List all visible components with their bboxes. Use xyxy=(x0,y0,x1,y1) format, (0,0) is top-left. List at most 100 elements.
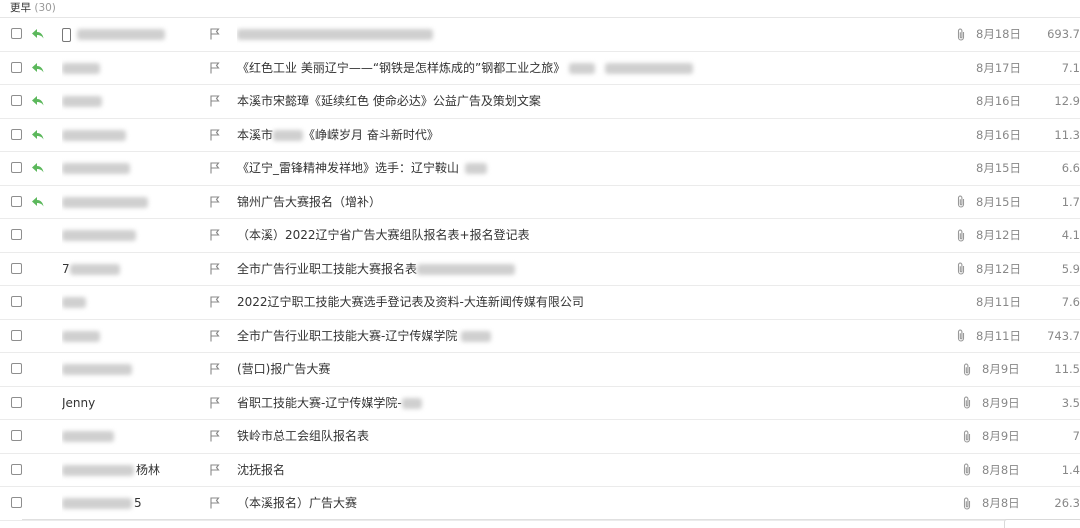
size: 7.1 xyxy=(1061,60,1080,75)
sender xyxy=(62,320,202,353)
flag-icon[interactable] xyxy=(208,18,222,51)
row-checkbox[interactable] xyxy=(11,463,22,475)
row-checkbox[interactable] xyxy=(11,497,22,508)
flag-icon[interactable] xyxy=(208,119,222,152)
sender-text: 杨林 xyxy=(136,462,161,477)
mail-row[interactable]: 5 （本溪报名）广告大赛 8月8日 26.3 xyxy=(0,487,1080,521)
mail-row[interactable]: 7 全市广告行业职工技能大赛报名表 8月12日 5.9 xyxy=(0,253,1080,286)
row-checkbox[interactable] xyxy=(11,430,22,441)
flag-icon[interactable] xyxy=(208,353,222,386)
flag-icon[interactable] xyxy=(208,286,222,319)
mail-row[interactable]: 《红色工业 美丽辽宁——“钢铁是怎样炼成的”钢都工业之旅》 8月17日 7.1 xyxy=(0,52,1080,85)
mail-row[interactable]: 全市广告行业职工技能大赛-辽宁传媒学院 8月11日 743.7 xyxy=(0,320,1080,353)
mail-row[interactable]: 杨林 沈抚报名 8月8日 1.4 xyxy=(0,454,1080,487)
sender xyxy=(62,152,202,185)
group-count: (30) xyxy=(34,2,56,14)
row-checkbox[interactable] xyxy=(11,162,22,173)
subject[interactable]: 锦州广告大赛报名（增补） xyxy=(237,186,937,219)
redacted-sender xyxy=(62,464,134,476)
sender xyxy=(62,119,202,152)
redacted-sender xyxy=(62,96,102,107)
mail-row[interactable]: Jenny 省职工技能大赛-辽宁传媒学院- 8月9日 3.5 xyxy=(0,387,1080,420)
subject[interactable]: 《红色工业 美丽辽宁——“钢铁是怎样炼成的”钢都工业之旅》 xyxy=(237,52,937,85)
flag-icon[interactable] xyxy=(208,253,222,286)
redacted-subject xyxy=(461,330,492,342)
flag-icon[interactable] xyxy=(208,387,222,420)
subject-text: 《辽宁_雷锋精神发祥地》选手：辽宁鞍山 xyxy=(237,161,460,175)
subject[interactable]: 省职工技能大赛-辽宁传媒学院- xyxy=(237,387,937,420)
subject-text: 本溪市 xyxy=(237,127,274,142)
attachment-icon xyxy=(955,18,967,51)
size: 693.7 xyxy=(1047,27,1080,41)
date: 8月11日 xyxy=(976,328,1021,343)
subject-text: 省职工技能大赛-辽宁传媒学院- xyxy=(237,395,402,410)
sender-text: 7 xyxy=(62,261,70,276)
flag-icon[interactable] xyxy=(208,320,222,353)
date: 8月9日 xyxy=(982,362,1020,376)
mail-row[interactable]: 锦州广告大赛报名（增补） 8月15日 1.7 xyxy=(0,186,1080,219)
redacted-sender xyxy=(62,129,126,141)
date: 8月15日 xyxy=(976,161,1021,175)
subject[interactable]: 《辽宁_雷锋精神发祥地》选手：辽宁鞍山 xyxy=(237,152,937,185)
subject[interactable]: (营口)报广告大赛 xyxy=(237,353,937,386)
row-checkbox[interactable] xyxy=(11,396,22,408)
flag-icon[interactable] xyxy=(208,52,222,85)
flag-icon[interactable] xyxy=(208,487,222,520)
mail-row[interactable]: 8月18日 693.7 xyxy=(0,18,1080,52)
row-checkbox[interactable] xyxy=(11,329,22,341)
redacted-sender xyxy=(62,62,100,74)
mail-row[interactable]: (营口)报广告大赛 8月9日 11.5 xyxy=(0,353,1080,387)
subject[interactable]: 全市广告行业职工技能大赛-辽宁传媒学院 xyxy=(237,320,937,353)
row-checkbox[interactable] xyxy=(11,296,22,307)
mail-row[interactable]: 《辽宁_雷锋精神发祥地》选手：辽宁鞍山 8月15日 6.6 xyxy=(0,152,1080,186)
flag-icon[interactable] xyxy=(208,152,222,185)
subject[interactable]: 全市广告行业职工技能大赛报名表 xyxy=(237,253,937,286)
sender xyxy=(62,52,202,85)
subject[interactable]: （本溪报名）广告大赛 xyxy=(237,487,937,520)
date: 8月9日 xyxy=(982,395,1020,410)
subject[interactable]: 本溪市 《峥嵘岁月 奋斗新时代》 xyxy=(237,119,937,152)
sender xyxy=(62,420,202,453)
footer-pagination-box[interactable] xyxy=(1004,519,1080,528)
row-checkbox[interactable] xyxy=(11,95,22,106)
redacted-sender xyxy=(62,364,132,375)
group-label: 更早 xyxy=(10,2,31,14)
subject[interactable]: （本溪）2022辽宁省广告大赛组队报名表+报名登记表 xyxy=(237,219,937,252)
redacted-subject xyxy=(569,62,596,74)
replied-icon xyxy=(31,85,45,118)
flag-icon[interactable] xyxy=(208,219,222,252)
row-checkbox[interactable] xyxy=(11,28,22,39)
size: 11.5 xyxy=(1054,362,1080,376)
flag-icon[interactable] xyxy=(208,420,222,453)
mail-row[interactable]: 本溪市宋懿璋《延续红色 使命必达》公益广告及策划文案 8月16日 12.9 xyxy=(0,85,1080,119)
row-checkbox[interactable] xyxy=(11,128,22,140)
sender: 7 xyxy=(62,253,202,286)
mail-row[interactable]: 本溪市 《峥嵘岁月 奋斗新时代》 8月16日 11.3 xyxy=(0,119,1080,152)
row-checkbox[interactable] xyxy=(11,262,22,274)
subject[interactable]: 2022辽宁职工技能大赛选手登记表及资料-大连新闻传媒有限公司 xyxy=(237,286,937,319)
size: 1.7 xyxy=(1061,194,1080,209)
mail-row[interactable]: （本溪）2022辽宁省广告大赛组队报名表+报名登记表 8月12日 4.1 xyxy=(0,219,1080,253)
flag-icon[interactable] xyxy=(208,85,222,118)
row-checkbox[interactable] xyxy=(11,229,22,240)
mail-row[interactable]: 2022辽宁职工技能大赛选手登记表及资料-大连新闻传媒有限公司 8月11日 7.… xyxy=(0,286,1080,320)
subject[interactable]: 本溪市宋懿璋《延续红色 使命必达》公益广告及策划文案 xyxy=(237,85,937,118)
flag-icon[interactable] xyxy=(208,454,222,487)
size: 3.5 xyxy=(1061,395,1080,410)
mail-row[interactable]: 铁岭市总工会组队报名表 8月9日 7 xyxy=(0,420,1080,454)
row-checkbox[interactable] xyxy=(11,61,22,73)
redacted-sender xyxy=(62,498,132,509)
subject[interactable]: 铁岭市总工会组队报名表 xyxy=(237,420,937,453)
size: 7.6 xyxy=(1061,295,1080,309)
redacted-subject xyxy=(273,129,304,141)
subject[interactable]: 沈抚报名 xyxy=(237,454,937,487)
date: 8月16日 xyxy=(976,127,1021,142)
date: 8月8日 xyxy=(982,462,1020,477)
date: 8月12日 xyxy=(976,228,1021,242)
replied-icon xyxy=(31,119,45,152)
attachment-icon xyxy=(961,454,973,487)
subject[interactable] xyxy=(237,18,937,51)
row-checkbox[interactable] xyxy=(11,195,22,207)
row-checkbox[interactable] xyxy=(11,363,22,374)
flag-icon[interactable] xyxy=(208,186,222,219)
